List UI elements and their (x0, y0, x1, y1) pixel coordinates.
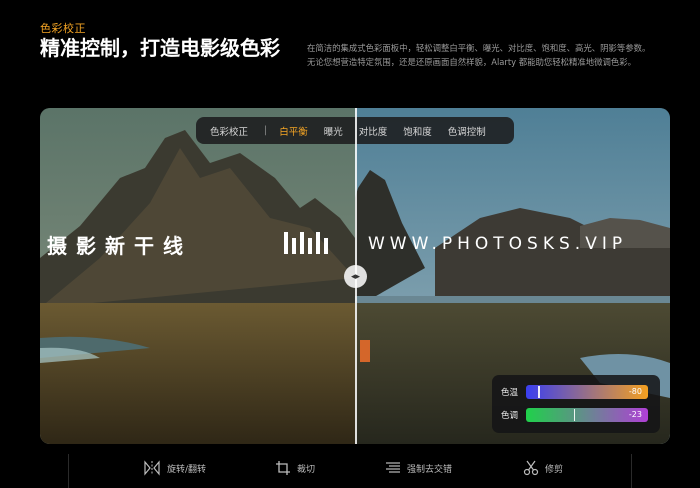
slider-temperature[interactable]: 色温 -80 (501, 385, 653, 399)
preview-stage: 色彩校正 | 白平衡 曝光 对比度 饱和度 色调控制 ◂▸ 摄影新干线 WWW.… (40, 108, 670, 444)
page-title: 精准控制，打造电影级色彩 (40, 36, 280, 60)
watermark-url: WWW.PHOTOSKS.VIP (368, 234, 628, 254)
tab-exposure[interactable]: 曝光 (324, 124, 343, 138)
watermark-logo-icon (284, 232, 328, 254)
slider-label: 色调 (501, 411, 519, 421)
description: 在简洁的集成式色彩面板中，轻松调整白平衡、曝光、对比度、饱和度、高光、阴影等参数… (307, 42, 667, 69)
tool-label: 裁切 (297, 464, 316, 475)
adjustment-panel: 色温 -80 色调 -23 (492, 375, 660, 433)
temperature-track[interactable]: -80 (526, 385, 648, 399)
compare-handle[interactable]: ◂▸ (344, 265, 367, 288)
tint-track[interactable]: -23 (526, 408, 648, 422)
trim-button[interactable]: 修剪 (523, 460, 563, 476)
slider-label: 色温 (501, 388, 519, 398)
tool-label: 旋转/翻转 (167, 464, 207, 475)
description-line: 无论您想营造特定氛围，还是还原画面自然样貌，Alarty 都能助您轻松精准地微调… (307, 56, 637, 67)
tab-white-balance[interactable]: 白平衡 (279, 124, 308, 138)
slider-tint[interactable]: 色调 -23 (501, 408, 653, 422)
description-line: 在简洁的集成式色彩面板中，轻松调整白平衡、曝光、对比度、饱和度、高光、阴影等参数… (307, 43, 651, 53)
eyebrow-label: 色彩校正 (40, 22, 86, 35)
crop-button[interactable]: 裁切 (275, 460, 315, 476)
crop-icon (276, 461, 290, 475)
tab-contrast[interactable]: 对比度 (359, 124, 388, 138)
deinterlace-button[interactable]: 强制去交错 (385, 460, 452, 476)
bottom-toolbar: 旋转/翻转 裁切 强制去交错 修剪 (68, 454, 632, 488)
deinterlace-icon (386, 462, 400, 473)
tint-value: -23 (628, 409, 642, 419)
scissors-icon (523, 460, 539, 476)
tab-saturation[interactable]: 饱和度 (403, 124, 432, 138)
watermark-text: 摄影新干线 (47, 234, 192, 258)
temperature-thumb[interactable] (538, 386, 540, 398)
tab-tone-control[interactable]: 色调控制 (448, 124, 486, 138)
tint-thumb[interactable] (573, 409, 576, 421)
tool-label: 强制去交错 (407, 464, 453, 475)
split-arrows-icon: ◂▸ (350, 271, 361, 282)
tool-label: 修剪 (545, 464, 564, 475)
temperature-value: -80 (628, 386, 642, 396)
rotate-flip-button[interactable]: 旋转/翻转 (143, 460, 206, 476)
tab-separator: | (264, 125, 268, 136)
flip-icon (144, 460, 160, 476)
tab-color-correction[interactable]: 色彩校正 (210, 124, 248, 138)
